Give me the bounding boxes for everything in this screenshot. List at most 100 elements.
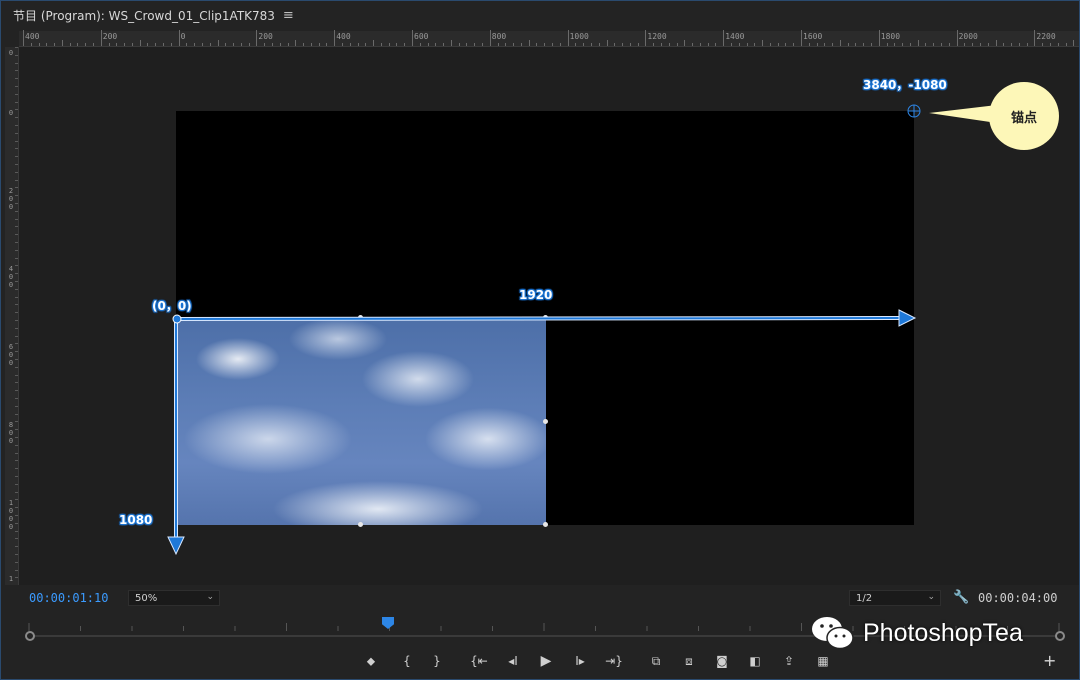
ruler-tick xyxy=(69,43,71,46)
ruler-tick xyxy=(684,40,686,46)
ruler-tick xyxy=(497,43,499,46)
ruler-tick xyxy=(15,109,18,111)
step-back-button[interactable]: ◂I xyxy=(503,651,523,671)
multi-camera-button[interactable]: ▦ xyxy=(813,651,833,671)
ruler-tick xyxy=(15,257,18,259)
ruler-tick xyxy=(209,43,211,46)
wrench-icon[interactable]: 🔧 xyxy=(953,590,969,605)
play-button[interactable]: ▶ xyxy=(536,651,556,671)
insert-button[interactable]: ⧉ xyxy=(646,651,666,671)
ruler-tick xyxy=(15,179,18,181)
ruler-tick xyxy=(15,249,18,251)
ruler-tick xyxy=(163,43,165,46)
sky-clip[interactable] xyxy=(178,319,546,525)
ruler-tick xyxy=(15,171,18,173)
transform-handle[interactable] xyxy=(543,522,548,527)
watermark-text: PhotoshopTea xyxy=(863,618,1023,647)
transform-handle[interactable] xyxy=(358,315,363,320)
ruler-tick xyxy=(15,226,18,228)
ruler-tick xyxy=(536,43,538,46)
ruler-tick xyxy=(590,43,592,46)
ruler-tick xyxy=(15,312,18,314)
step-forward-button[interactable]: I▸ xyxy=(570,651,590,671)
compare-button[interactable]: ◧ xyxy=(745,651,765,671)
ruler-tick xyxy=(318,43,320,46)
ruler-tick xyxy=(373,40,375,46)
ruler-tick xyxy=(15,522,18,524)
ruler-tick xyxy=(155,43,157,46)
ruler-tick xyxy=(785,43,787,46)
ruler-label: 400 xyxy=(8,265,14,289)
ruler-tick xyxy=(341,43,343,46)
ruler-tick xyxy=(762,40,764,46)
ruler-tick xyxy=(474,43,476,46)
zoom-select[interactable]: 50% ⌄ xyxy=(128,590,220,606)
ruler-tick xyxy=(15,327,18,329)
go-to-in-button[interactable]: {⇤ xyxy=(469,651,489,671)
ruler-tick xyxy=(170,43,172,46)
ruler-tick xyxy=(15,156,18,158)
ruler-tick xyxy=(225,43,227,46)
ruler-tick xyxy=(15,382,18,384)
ruler-label: 200 xyxy=(258,32,273,41)
ruler-tick xyxy=(15,452,18,454)
duration-timecode: 00:00:04:00 xyxy=(978,591,1058,605)
ruler-tick xyxy=(629,43,631,46)
current-timecode[interactable]: 00:00:01:10 xyxy=(29,591,108,605)
ruler-tick xyxy=(15,460,18,462)
ruler-label: 600 xyxy=(414,32,429,41)
scroll-end-handle[interactable] xyxy=(1055,631,1065,641)
ruler-label: 800 xyxy=(491,32,507,41)
mark-in-button[interactable]: { xyxy=(397,651,417,671)
ruler-tick xyxy=(240,43,242,46)
resolution-select[interactable]: 1/2 ⌄ xyxy=(849,590,941,606)
scroll-start-handle[interactable] xyxy=(25,631,35,641)
ruler-tick xyxy=(15,281,18,282)
overwrite-button[interactable]: ⧈ xyxy=(679,651,699,671)
vertical-ruler: 0020040060080010001 xyxy=(5,47,19,585)
ruler-label: 200 xyxy=(8,187,14,211)
go-to-out-button[interactable]: ⇥} xyxy=(604,651,624,671)
ruler-tick xyxy=(124,43,126,46)
ruler-tick xyxy=(279,43,281,46)
transform-handle[interactable] xyxy=(543,419,548,424)
transform-handle[interactable] xyxy=(358,522,363,527)
ruler-tick xyxy=(15,234,18,236)
ruler-label: 1200 xyxy=(647,32,667,41)
ruler-tick xyxy=(824,43,826,46)
ruler-tick xyxy=(801,30,802,46)
ruler-tick xyxy=(46,43,48,46)
hamburger-icon[interactable]: ≡ xyxy=(283,8,294,23)
ruler-tick xyxy=(15,195,18,197)
ruler-tick xyxy=(233,43,235,46)
ruler-tick xyxy=(567,30,569,46)
ruler-tick xyxy=(1073,40,1075,46)
ruler-tick xyxy=(583,43,585,46)
add-marker-button[interactable]: ⬥ xyxy=(361,651,381,671)
ruler-label: 1600 xyxy=(803,32,823,41)
ruler-tick xyxy=(1018,43,1020,46)
ruler-tick xyxy=(15,554,18,555)
export-frame-button[interactable]: ◙ xyxy=(712,651,732,671)
origin-label: (0，0) xyxy=(152,299,192,313)
add-button[interactable]: + xyxy=(1043,651,1056,670)
ruler-tick xyxy=(93,43,95,46)
ruler-tick xyxy=(699,43,701,46)
ruler-tick xyxy=(85,43,87,46)
ruler-tick xyxy=(738,43,740,46)
ruler-tick xyxy=(15,70,18,72)
ruler-label: 2000 xyxy=(958,32,978,41)
ruler-tick xyxy=(15,499,18,501)
share-button[interactable]: ⇪ xyxy=(779,651,799,671)
ruler-tick xyxy=(139,40,141,46)
ruler-tick xyxy=(15,47,18,48)
ruler-tick xyxy=(271,43,273,46)
ruler-tick xyxy=(598,43,600,46)
panel-title: 节目 (Program): WS_Crowd_01_Clip1ATK783 xyxy=(13,8,275,23)
mark-out-button[interactable]: } xyxy=(427,651,447,671)
ruler-tick xyxy=(15,218,18,220)
ruler-tick xyxy=(489,30,491,46)
ruler-tick xyxy=(622,43,624,46)
ruler-tick xyxy=(217,40,219,46)
transform-handle[interactable] xyxy=(543,315,548,320)
